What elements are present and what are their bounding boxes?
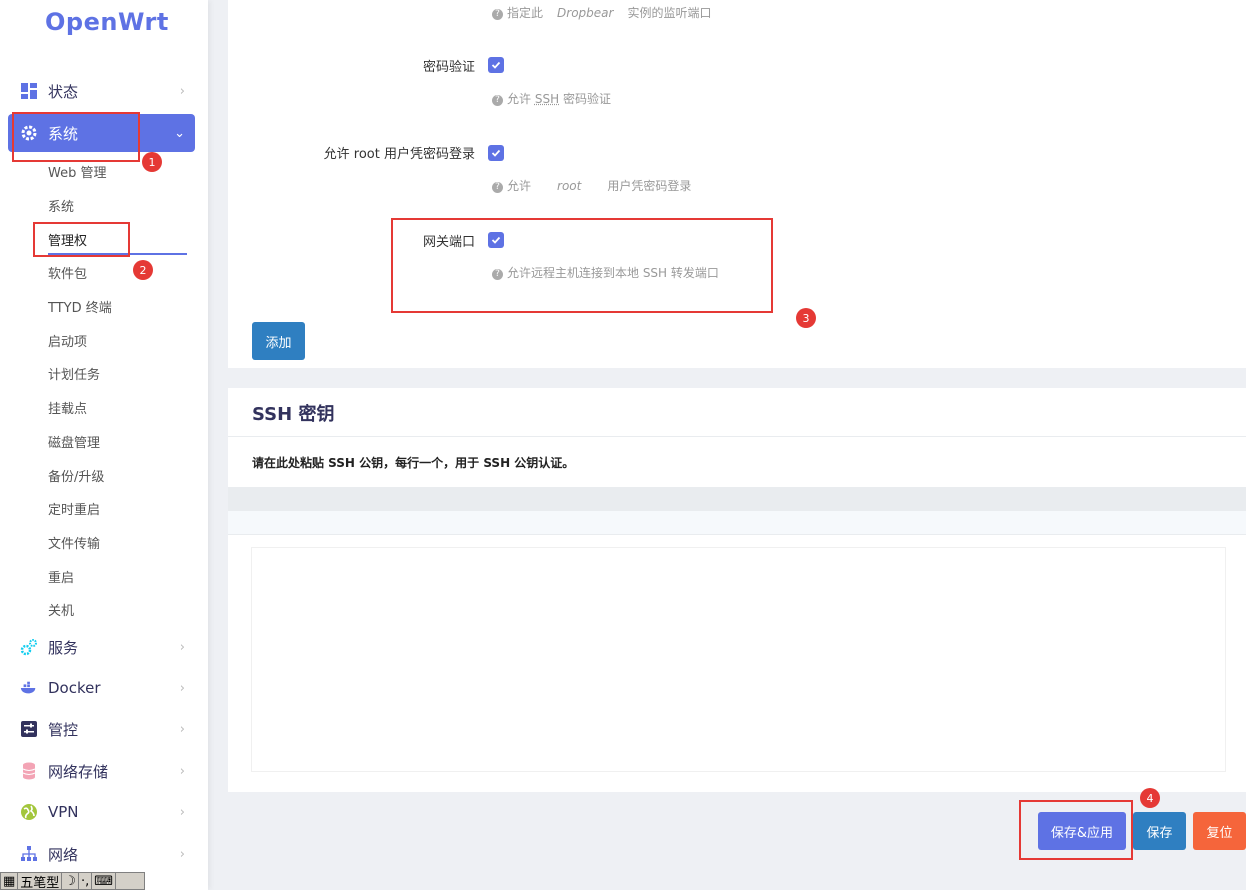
keyboard-icon[interactable]: ⌨: [92, 873, 116, 889]
sub-item-cron[interactable]: 计划任务: [48, 364, 100, 383]
sub-item-web-admin[interactable]: Web 管理: [48, 162, 106, 181]
annotation-box-2: [33, 222, 130, 257]
moon-icon[interactable]: ☽: [62, 873, 79, 889]
chevron-right-icon: ›: [179, 764, 185, 779]
ime-mode-label: 五笔型: [18, 873, 63, 890]
sidebar-item-network[interactable]: 网络 ›: [8, 835, 195, 873]
question-icon: ?: [492, 182, 503, 193]
docker-icon: [20, 679, 38, 697]
sub-item-disk[interactable]: 磁盘管理: [48, 432, 100, 451]
question-icon: ?: [492, 9, 503, 20]
annotation-badge-2: 2: [133, 260, 153, 280]
sub-item-shutdown[interactable]: 关机: [48, 600, 74, 619]
sub-item-packages[interactable]: 软件包: [48, 263, 87, 282]
password-auth-label: 密码验证: [422, 60, 475, 75]
root-password-hint: ? 允许 root 用户凭密码登录: [492, 177, 691, 194]
root-password-label: 允许 root 用户凭密码登录: [323, 147, 475, 162]
sidebar-item-status[interactable]: 状态 ›: [8, 72, 195, 110]
chevron-right-icon: ›: [179, 84, 185, 99]
reset-button[interactable]: 复位: [1193, 812, 1246, 850]
table-header-bar: [228, 487, 1246, 511]
sidebar-item-label: 管控: [48, 720, 79, 739]
sidebar-item-vpn[interactable]: VPN ›: [8, 793, 195, 831]
ssh-keys-title: SSH 密钥: [252, 404, 335, 425]
sidebar-item-label: 网络: [48, 845, 79, 864]
sidebar-item-control[interactable]: 管控 ›: [8, 710, 195, 748]
table-subheader-bar: [228, 511, 1246, 535]
question-icon: ?: [492, 95, 503, 106]
sidebar-item-label: VPN: [48, 803, 79, 821]
annotation-box-1: [12, 112, 140, 162]
check-icon: [491, 149, 501, 157]
annotation-badge-4: 4: [1140, 788, 1160, 808]
sidebar-item-label: Docker: [48, 679, 101, 697]
sub-item-filetransfer[interactable]: 文件传输: [48, 533, 100, 552]
annotation-box-3: [391, 218, 773, 313]
globe-icon: [20, 803, 38, 821]
sidebar-item-label: 网络存储: [48, 762, 109, 781]
port-hint: ? 指定此 Dropbear 实例的监听端口: [492, 4, 711, 21]
chevron-right-icon: ›: [179, 640, 185, 655]
chevron-right-icon: ›: [179, 805, 185, 820]
sidebar-item-services[interactable]: 服务 ›: [8, 628, 195, 666]
chevron-right-icon: ›: [179, 722, 185, 737]
sidebar-item-nas[interactable]: 网络存储 ›: [8, 752, 195, 790]
password-auth-checkbox[interactable]: [488, 57, 504, 73]
cogs-icon: [20, 638, 38, 656]
sidebar-item-label: 状态: [48, 82, 79, 101]
sub-item-startup[interactable]: 启动项: [48, 331, 87, 350]
sidebar-item-docker[interactable]: Docker ›: [8, 669, 195, 707]
annotation-box-4: [1019, 800, 1133, 860]
ssh-keys-textarea[interactable]: [251, 547, 1226, 772]
add-button[interactable]: 添加: [252, 322, 305, 360]
punctuation-icon[interactable]: ·,: [79, 873, 93, 889]
sidebar-item-label: 服务: [48, 638, 79, 657]
password-auth-hint: ? 允许 SSH 密码验证: [492, 90, 611, 107]
chevron-down-icon: ⌄: [174, 126, 185, 141]
network-icon: [20, 845, 38, 863]
chevron-right-icon: ›: [179, 847, 185, 862]
sub-item-autoreboot[interactable]: 定时重启: [48, 499, 100, 518]
sliders-icon: [20, 720, 38, 738]
sub-item-mounts[interactable]: 挂载点: [48, 398, 87, 417]
sub-item-system[interactable]: 系统: [48, 196, 74, 215]
ssh-keys-description: 请在此处粘贴 SSH 公钥，每行一个，用于 SSH 公钥认证。: [252, 456, 575, 470]
dashboard-icon: [20, 82, 38, 100]
ime-toolbar[interactable]: ▦ 五笔型 ☽ ·, ⌨: [0, 872, 145, 890]
save-button[interactable]: 保存: [1133, 812, 1186, 850]
check-icon: [491, 61, 501, 69]
sub-item-backup[interactable]: 备份/升级: [48, 466, 104, 485]
chevron-right-icon: ›: [179, 681, 185, 696]
annotation-badge-1: 1: [142, 152, 162, 172]
sub-item-reboot[interactable]: 重启: [48, 567, 74, 586]
database-icon: [20, 762, 38, 780]
sub-item-ttyd[interactable]: TTYD 终端: [48, 297, 112, 316]
annotation-badge-3: 3: [796, 308, 816, 328]
divider: [228, 436, 1246, 437]
ime-logo-icon: ▦: [1, 873, 19, 889]
root-password-checkbox[interactable]: [488, 145, 504, 161]
openwrt-logo[interactable]: OpenWrt: [45, 8, 169, 36]
